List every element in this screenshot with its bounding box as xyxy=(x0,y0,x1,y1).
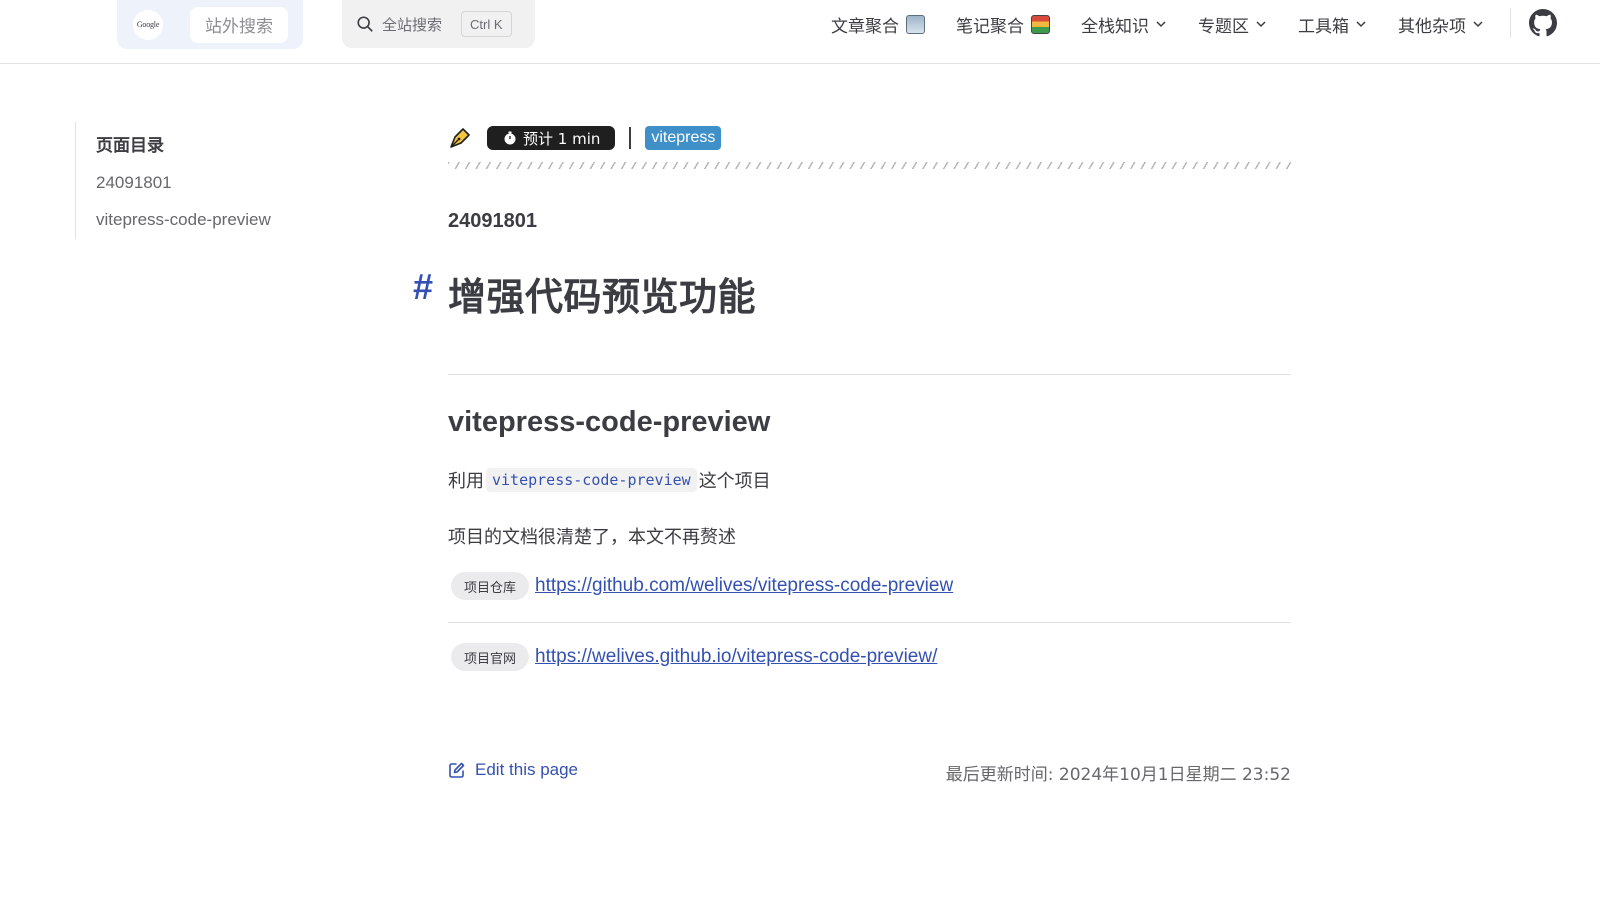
toc-item-code-preview[interactable]: vitepress-code-preview xyxy=(96,210,335,230)
nav-item-misc[interactable]: 其他杂项 xyxy=(1398,12,1484,37)
tag-badge[interactable]: vitepress xyxy=(645,126,722,150)
heading-anchor[interactable]: # xyxy=(413,266,433,308)
newspaper-icon xyxy=(906,14,925,34)
page-toc: 页面目录 24091801 vitepress-code-preview xyxy=(75,122,335,239)
chevron-down-icon xyxy=(1256,21,1266,28)
doc-id: 24091801 xyxy=(448,210,537,232)
site-link-row: 项目官网 https://welives.github.io/vitepress… xyxy=(451,643,937,671)
nav-item-fullstack[interactable]: 全栈知识 xyxy=(1081,12,1167,37)
last-updated: 最后更新时间: 2024年10月1日星期二 23:52 xyxy=(945,765,1291,785)
chevron-down-icon xyxy=(1156,21,1166,28)
stopwatch-icon xyxy=(504,131,516,145)
dashed-divider xyxy=(448,162,1291,169)
inline-code: vitepress-code-preview xyxy=(486,468,697,492)
outer-search-box[interactable]: Google 站外搜索 xyxy=(117,0,303,49)
chevron-down-icon xyxy=(1356,21,1366,28)
edit-page-link[interactable]: Edit this page xyxy=(448,760,578,780)
toc-title: 页面目录 xyxy=(96,136,164,156)
page-title: 增强代码预览功能 xyxy=(448,275,757,319)
site-link[interactable]: https://welives.github.io/vitepress-code… xyxy=(535,646,937,668)
nav-item-notes[interactable]: 笔记聚合 xyxy=(956,12,1050,37)
paragraph-intro: 利用 vitepress-code-preview 这个项目 xyxy=(448,467,771,493)
top-navbar: Google 站外搜索 全站搜索 Ctrl K 文章聚合 笔记聚合 全栈知识 专… xyxy=(0,0,1600,64)
chevron-down-icon xyxy=(1473,21,1483,28)
section-heading: vitepress-code-preview xyxy=(448,406,771,438)
repo-link[interactable]: https://github.com/welives/vitepress-cod… xyxy=(535,575,953,597)
site-search-label: 全站搜索 xyxy=(382,15,443,34)
edit-icon xyxy=(449,762,465,778)
repo-label-pill: 项目仓库 xyxy=(451,572,530,600)
nav-item-topics[interactable]: 专题区 xyxy=(1198,12,1267,37)
search-shortcut-badge: Ctrl K xyxy=(461,11,512,37)
nav-item-toolbox[interactable]: 工具箱 xyxy=(1298,12,1367,37)
site-search-button[interactable]: 全站搜索 Ctrl K xyxy=(342,0,535,48)
books-icon xyxy=(1031,14,1050,34)
links-divider xyxy=(448,622,1291,623)
github-icon[interactable] xyxy=(1529,9,1557,37)
search-icon xyxy=(357,16,373,32)
repo-link-row: 项目仓库 https://github.com/welives/vitepres… xyxy=(451,572,953,600)
nav-item-articles[interactable]: 文章聚合 xyxy=(831,12,925,37)
reading-time-badge: 预计 1 min xyxy=(487,126,616,150)
fountain-pen-icon xyxy=(450,128,470,148)
outer-search-button[interactable]: 站外搜索 xyxy=(190,6,288,43)
paragraph-note: 项目的文档很清楚了，本文不再赘述 xyxy=(448,527,736,548)
meta-separator xyxy=(629,127,632,149)
site-label-pill: 项目官网 xyxy=(451,643,530,671)
toc-item-doc-id[interactable]: 24091801 xyxy=(96,173,335,193)
article-meta: 预计 1 min vitepress xyxy=(448,124,722,152)
nav-divider xyxy=(1510,8,1511,38)
nav-links: 文章聚合 笔记聚合 全栈知识 专题区 工具箱 其他杂项 xyxy=(800,0,1484,48)
section-divider xyxy=(448,374,1291,375)
google-logo-icon: Google xyxy=(133,9,163,40)
